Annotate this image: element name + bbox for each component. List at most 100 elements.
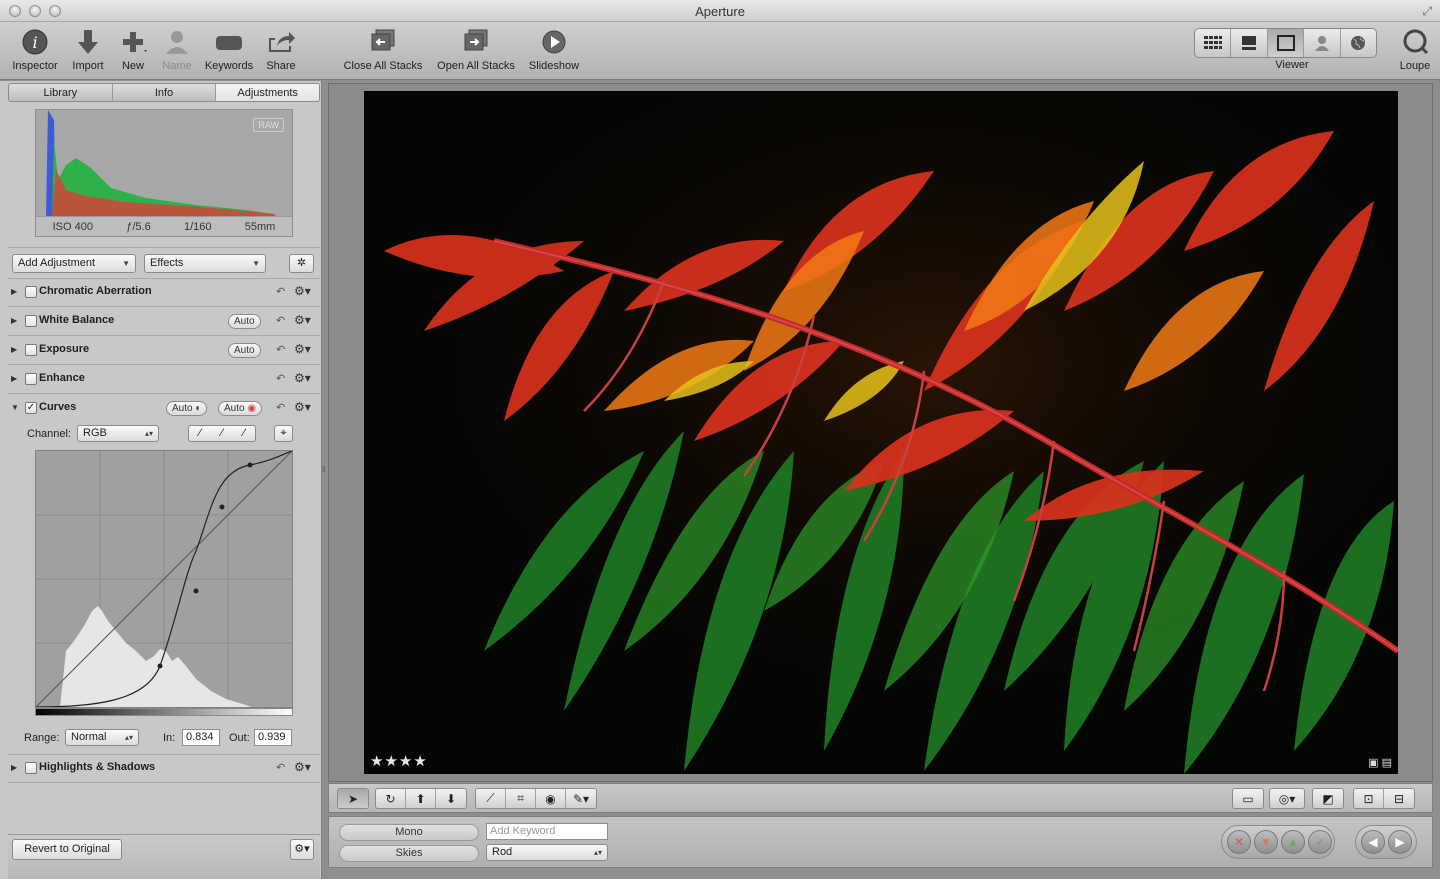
straighten-tool-button[interactable]: ⟋ [476, 789, 506, 808]
stamp-tool-button[interactable]: ⬇ [436, 789, 466, 808]
select-button[interactable]: ✓ [1308, 830, 1332, 854]
effects-popup[interactable]: Effects ▼ [144, 254, 266, 273]
range-popup[interactable]: Normal ▴▾ [65, 729, 139, 746]
tone-gradient-strip [35, 708, 293, 716]
decrease-rating-button[interactable]: ▼ [1254, 830, 1278, 854]
rotate-tools-group: ↻ ⬆ ⬇ [375, 788, 467, 809]
faces-view-button[interactable] [1304, 29, 1341, 57]
tab-adjustments[interactable]: Adjustments [216, 84, 319, 101]
gear-icon[interactable]: ⚙▾ [294, 313, 311, 327]
reset-icon[interactable]: ↶ [276, 401, 285, 414]
keyword-preset-mono[interactable]: Mono [339, 824, 479, 841]
gear-icon[interactable]: ⚙▾ [294, 342, 311, 356]
crop-tool-button[interactable]: ⌗ [506, 789, 536, 808]
gear-icon[interactable]: ⚙▾ [294, 284, 311, 298]
disclosure-triangle-icon[interactable]: ▶ [11, 316, 17, 325]
viewer-only-button[interactable] [1267, 29, 1305, 57]
gear-icon[interactable]: ⚙▾ [294, 760, 311, 774]
panel-splitter-handle[interactable]: ‖ [322, 465, 326, 481]
gear-icon[interactable]: ⚙▾ [294, 371, 311, 385]
disclosure-triangle-icon[interactable]: ▶ [11, 287, 17, 296]
disclosure-triangle-icon[interactable]: ▶ [11, 763, 17, 772]
rotate-tool-button[interactable]: ↻ [376, 789, 406, 808]
reset-icon[interactable]: ↶ [276, 314, 285, 327]
channel-popup[interactable]: RGB ▴▾ [77, 425, 159, 442]
adjustment-exposure[interactable]: ▶ Exposure Auto ↶ ⚙▾ [8, 337, 320, 365]
open-all-stacks-button[interactable]: Open All Stacks [433, 26, 519, 72]
tab-library[interactable]: Library [9, 84, 113, 101]
select-tool-button[interactable]: ➤ [338, 789, 368, 808]
out-value-field[interactable]: 0.939 [254, 729, 292, 746]
gear-menu-button[interactable]: ⚙▾ [290, 839, 314, 860]
lift-tool-button[interactable]: ⬆ [406, 789, 436, 808]
overlay-button[interactable]: ◩ [1313, 789, 1343, 808]
reset-icon[interactable]: ↶ [276, 343, 285, 356]
share-icon [269, 32, 295, 52]
next-image-button[interactable]: ▶ [1388, 830, 1412, 854]
reject-button[interactable]: ✕ [1227, 830, 1251, 854]
black-point-eyedropper-icon[interactable]: ⁄ [199, 426, 201, 441]
add-keyword-field[interactable]: Add Keyword [486, 823, 608, 840]
split-view-button[interactable] [1231, 29, 1268, 57]
increase-rating-button[interactable]: ▲ [1281, 830, 1305, 854]
adjustment-chromatic-aberration[interactable]: ▶ Chromatic Aberration ↶ ⚙▾ [8, 279, 320, 307]
reset-icon[interactable]: ↶ [276, 285, 285, 298]
single-view-button[interactable]: ⊡ [1354, 789, 1384, 808]
brush-tool-button[interactable]: ✎▾ [566, 789, 596, 808]
inspector-button[interactable]: i Inspector [8, 26, 62, 72]
add-adjustment-popup[interactable]: Add Adjustment ▼ [12, 254, 136, 273]
disclosure-triangle-icon[interactable]: ▶ [11, 374, 17, 383]
enable-checkbox[interactable] [25, 286, 37, 298]
keyword-preset-skies[interactable]: Skies [339, 845, 479, 862]
fullscreen-icon[interactable]: ⤢ [1422, 4, 1432, 19]
tab-info[interactable]: Info [113, 84, 217, 101]
enable-checkbox[interactable] [25, 373, 37, 385]
share-button[interactable]: Share [262, 26, 300, 72]
in-value-field[interactable]: 0.834 [182, 729, 220, 746]
revert-to-original-button[interactable]: Revert to Original [12, 839, 122, 860]
auto-button[interactable]: Auto [228, 314, 261, 329]
loupe-button[interactable]: Loupe [1396, 26, 1434, 72]
adjustment-white-balance[interactable]: ▶ White Balance Auto ↶ ⚙▾ [8, 308, 320, 336]
auto-luminance-button[interactable]: Auto ◐ [166, 401, 208, 416]
multi-view-button[interactable]: ⊟ [1384, 789, 1414, 808]
keyword-preset-popup[interactable]: Rod ▴▾ [486, 844, 608, 861]
adjustment-enhance[interactable]: ▶ Enhance ↶ ⚙▾ [8, 366, 320, 394]
reset-icon[interactable]: ↶ [276, 372, 285, 385]
adjustment-curves[interactable]: ▼ ✓ Curves Auto ◐ Auto ◉ ↶ ⚙▾ [8, 395, 320, 423]
gear-icon[interactable]: ⚙▾ [294, 400, 311, 414]
disclosure-triangle-open-icon[interactable]: ▼ [11, 403, 19, 412]
viewer-mode-menu-button[interactable]: ◎▾ [1270, 789, 1304, 808]
gray-point-eyedropper-icon[interactable]: ⁄ [221, 426, 223, 441]
previous-image-button[interactable]: ◀ [1361, 830, 1385, 854]
enable-checkbox[interactable] [25, 344, 37, 356]
add-point-button[interactable]: ⌖ [274, 425, 293, 442]
iso-value: ISO 400 [52, 220, 93, 233]
close-all-stacks-button[interactable]: Close All Stacks [340, 26, 426, 72]
enable-checkbox[interactable] [25, 315, 37, 327]
places-view-button[interactable] [1341, 29, 1376, 57]
name-button[interactable]: Name [158, 26, 196, 72]
show-primary-button[interactable]: ▭ [1233, 789, 1263, 808]
quick-brush-button[interactable]: ✲ [289, 254, 314, 273]
enable-checkbox[interactable]: ✓ [25, 402, 37, 414]
curves-graph[interactable] [35, 450, 293, 708]
photo[interactable]: ★★★★ ▣ ▤ [364, 91, 1398, 774]
red-eye-tool-button[interactable]: ◉ [536, 789, 566, 808]
import-button[interactable]: Import [68, 26, 108, 72]
white-point-eyedropper-icon[interactable]: ⁄ [243, 426, 245, 441]
browser-view-button[interactable] [1195, 29, 1232, 57]
add-adjustment-label: Add Adjustment [18, 257, 96, 269]
disclosure-triangle-icon[interactable]: ▶ [11, 345, 17, 354]
loupe-label: Loupe [1399, 60, 1431, 72]
info-icon: i [22, 29, 48, 55]
keywords-button[interactable]: Keywords [202, 26, 256, 72]
reset-icon[interactable]: ↶ [276, 761, 285, 774]
new-button[interactable]: New [116, 26, 150, 72]
auto-rgb-button[interactable]: Auto ◉ [218, 401, 263, 416]
adjustment-highlights-shadows[interactable]: ▶ Highlights & Shadows ↶ ⚙▾ [8, 755, 320, 783]
rating-stars[interactable]: ★★★★ [370, 752, 428, 770]
slideshow-button[interactable]: Slideshow [526, 26, 582, 72]
enable-checkbox[interactable] [25, 762, 37, 774]
auto-button[interactable]: Auto [228, 343, 261, 358]
